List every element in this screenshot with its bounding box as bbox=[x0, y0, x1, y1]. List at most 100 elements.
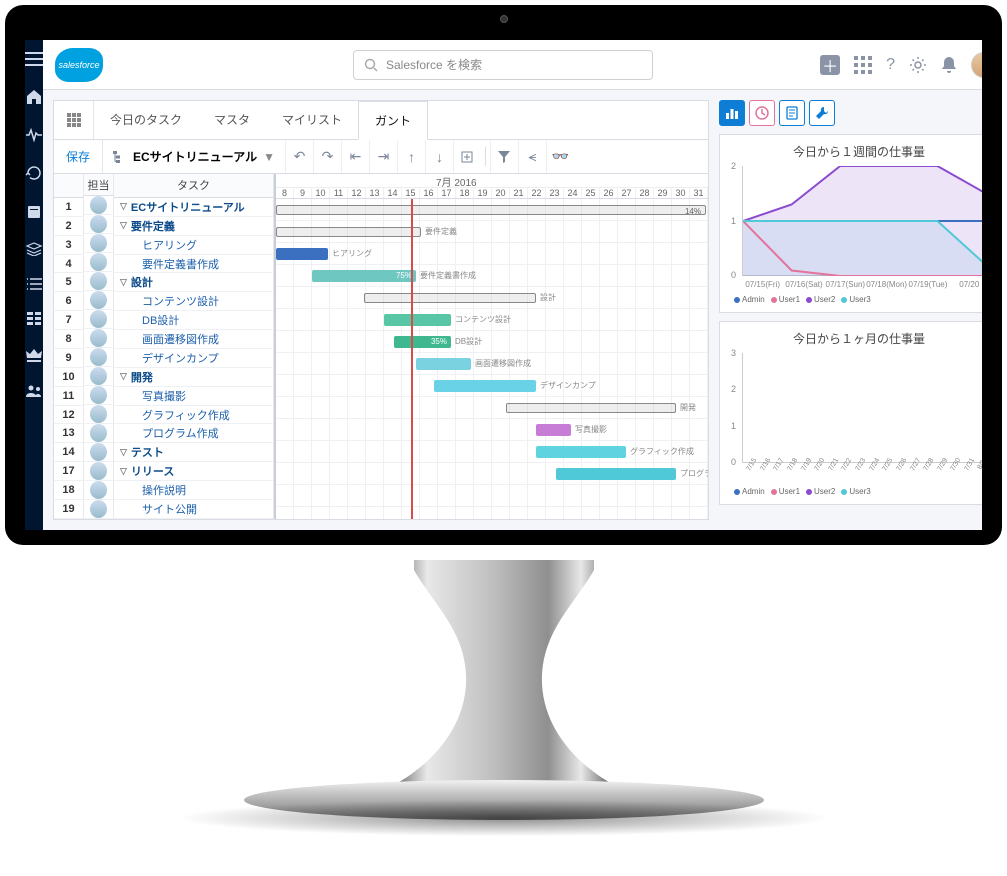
gantt-row[interactable]: コンテンツ設計 bbox=[276, 309, 708, 331]
refresh-icon[interactable] bbox=[25, 164, 43, 182]
move-down-button[interactable]: ↓ bbox=[425, 140, 453, 173]
tab-mylist[interactable]: マイリスト bbox=[266, 101, 358, 139]
gantt-row[interactable]: プログラム作成 bbox=[276, 463, 708, 485]
gear-icon[interactable] bbox=[909, 56, 927, 74]
assignee-avatar[interactable] bbox=[90, 310, 107, 328]
clock-button[interactable] bbox=[749, 100, 775, 126]
indent-button[interactable]: ⇥ bbox=[369, 140, 397, 173]
gantt-bar[interactable] bbox=[506, 403, 676, 413]
undo-button[interactable]: ↶ bbox=[285, 140, 313, 173]
grid-icon[interactable] bbox=[27, 312, 41, 326]
gantt-row[interactable]: 設計 bbox=[276, 287, 708, 309]
help-icon[interactable]: ? bbox=[886, 56, 895, 74]
assignee-avatar[interactable] bbox=[90, 500, 107, 518]
task-cell[interactable]: ▽リリース bbox=[114, 462, 274, 481]
task-cell[interactable]: コンテンツ設計 bbox=[114, 292, 274, 311]
task-cell[interactable]: ▽ECサイトリニューアル bbox=[114, 198, 274, 217]
gantt-bar[interactable] bbox=[276, 227, 421, 237]
task-cell[interactable]: ヒアリング bbox=[114, 236, 274, 255]
task-cell[interactable]: 写真撮影 bbox=[114, 387, 274, 406]
outdent-button[interactable]: ⇤ bbox=[341, 140, 369, 173]
gantt-row[interactable]: 35%DB設計 bbox=[276, 331, 708, 353]
assignee-avatar[interactable] bbox=[90, 329, 107, 347]
assignee-avatar[interactable] bbox=[90, 481, 107, 499]
assignee-avatar[interactable] bbox=[90, 253, 107, 271]
gantt-row[interactable]: 14% bbox=[276, 199, 708, 221]
menu-icon[interactable] bbox=[25, 52, 43, 66]
gantt-timeline[interactable]: 7月 2016 89101112131415161718192021222324… bbox=[276, 174, 708, 519]
assignee-avatar[interactable] bbox=[90, 291, 107, 309]
save-button[interactable]: 保存 bbox=[54, 140, 103, 173]
link-button[interactable]: ⪪ bbox=[518, 140, 546, 173]
gantt-row[interactable]: 75%要件定義書作成 bbox=[276, 265, 708, 287]
assignee-avatar[interactable] bbox=[90, 272, 107, 290]
book-icon[interactable] bbox=[26, 204, 42, 220]
crown-icon[interactable] bbox=[25, 348, 43, 362]
add-icon[interactable]: ＋ bbox=[820, 55, 840, 75]
chart-view-button[interactable] bbox=[719, 100, 745, 126]
gantt-bar[interactable]: 75% bbox=[312, 270, 416, 282]
task-cell[interactable]: ▽開発 bbox=[114, 368, 274, 387]
gantt-bar[interactable] bbox=[416, 358, 471, 370]
gantt-row[interactable]: 写真撮影 bbox=[276, 419, 708, 441]
assignee-avatar[interactable] bbox=[90, 367, 107, 385]
assignee-avatar[interactable] bbox=[90, 405, 107, 423]
redo-button[interactable]: ↷ bbox=[313, 140, 341, 173]
bell-icon[interactable] bbox=[941, 56, 957, 74]
search-input[interactable]: Salesforce を検索 bbox=[353, 50, 653, 80]
activity-icon[interactable] bbox=[25, 128, 43, 142]
assignee-avatar[interactable] bbox=[90, 348, 107, 366]
gantt-bar[interactable] bbox=[276, 248, 328, 260]
gantt-row[interactable]: グラフィック作成 bbox=[276, 441, 708, 463]
gantt-bar[interactable] bbox=[384, 314, 451, 326]
wrench-button[interactable] bbox=[809, 100, 835, 126]
task-cell[interactable]: プログラム作成 bbox=[114, 424, 274, 443]
tab-gantt[interactable]: ガント bbox=[358, 101, 428, 140]
home-icon[interactable] bbox=[25, 88, 43, 106]
task-cell[interactable]: 要件定義書作成 bbox=[114, 255, 274, 274]
gantt-row[interactable]: 開発 bbox=[276, 397, 708, 419]
gantt-row[interactable]: デザインカンプ bbox=[276, 375, 708, 397]
task-cell[interactable]: グラフィック作成 bbox=[114, 406, 274, 425]
task-cell[interactable]: 画面遷移図作成 bbox=[114, 330, 274, 349]
task-cell[interactable]: ▽要件定義 bbox=[114, 217, 274, 236]
gantt-bar[interactable]: 14% bbox=[276, 205, 706, 215]
salesforce-logo[interactable]: salesforce bbox=[55, 48, 103, 82]
insert-button[interactable] bbox=[453, 140, 481, 173]
doc-button[interactable] bbox=[779, 100, 805, 126]
view-grid-icon[interactable] bbox=[54, 101, 94, 139]
gantt-row[interactable] bbox=[276, 485, 708, 507]
assignee-avatar[interactable] bbox=[90, 424, 107, 442]
assignee-avatar[interactable] bbox=[90, 215, 107, 233]
tab-master[interactable]: マスタ bbox=[198, 101, 266, 139]
gantt-bar[interactable] bbox=[536, 446, 626, 458]
gantt-bar[interactable] bbox=[364, 293, 536, 303]
project-selector[interactable]: ECサイトリニューアル ▼ bbox=[103, 148, 285, 165]
task-cell[interactable]: 操作説明 bbox=[114, 481, 274, 500]
move-up-button[interactable]: ↑ bbox=[397, 140, 425, 173]
assignee-avatar[interactable] bbox=[90, 196, 107, 214]
user-avatar[interactable] bbox=[971, 52, 982, 78]
people-icon[interactable] bbox=[25, 384, 43, 398]
task-cell[interactable]: デザインカンプ bbox=[114, 349, 274, 368]
assignee-avatar[interactable] bbox=[90, 462, 107, 480]
view-button[interactable]: 👓 bbox=[546, 140, 574, 173]
assignee-avatar[interactable] bbox=[90, 386, 107, 404]
task-cell[interactable]: ▽テスト bbox=[114, 443, 274, 462]
gantt-bar[interactable] bbox=[536, 424, 571, 436]
gantt-bar[interactable]: 35% bbox=[394, 336, 451, 348]
filter-button[interactable] bbox=[490, 140, 518, 173]
gantt-row[interactable]: 要件定義 bbox=[276, 221, 708, 243]
list-icon[interactable] bbox=[26, 278, 42, 290]
assignee-avatar[interactable] bbox=[90, 234, 107, 252]
layers-icon[interactable] bbox=[25, 242, 43, 256]
apps-icon[interactable] bbox=[854, 56, 872, 74]
gantt-bar[interactable] bbox=[434, 380, 536, 392]
task-cell[interactable]: DB設計 bbox=[114, 311, 274, 330]
task-cell[interactable]: ▽設計 bbox=[114, 273, 274, 292]
gantt-row[interactable]: 画面遷移図作成 bbox=[276, 353, 708, 375]
task-cell[interactable]: サイト公開 bbox=[114, 500, 274, 519]
assignee-avatar[interactable] bbox=[90, 443, 107, 461]
gantt-bar[interactable] bbox=[556, 468, 676, 480]
tab-today[interactable]: 今日のタスク bbox=[94, 101, 198, 139]
